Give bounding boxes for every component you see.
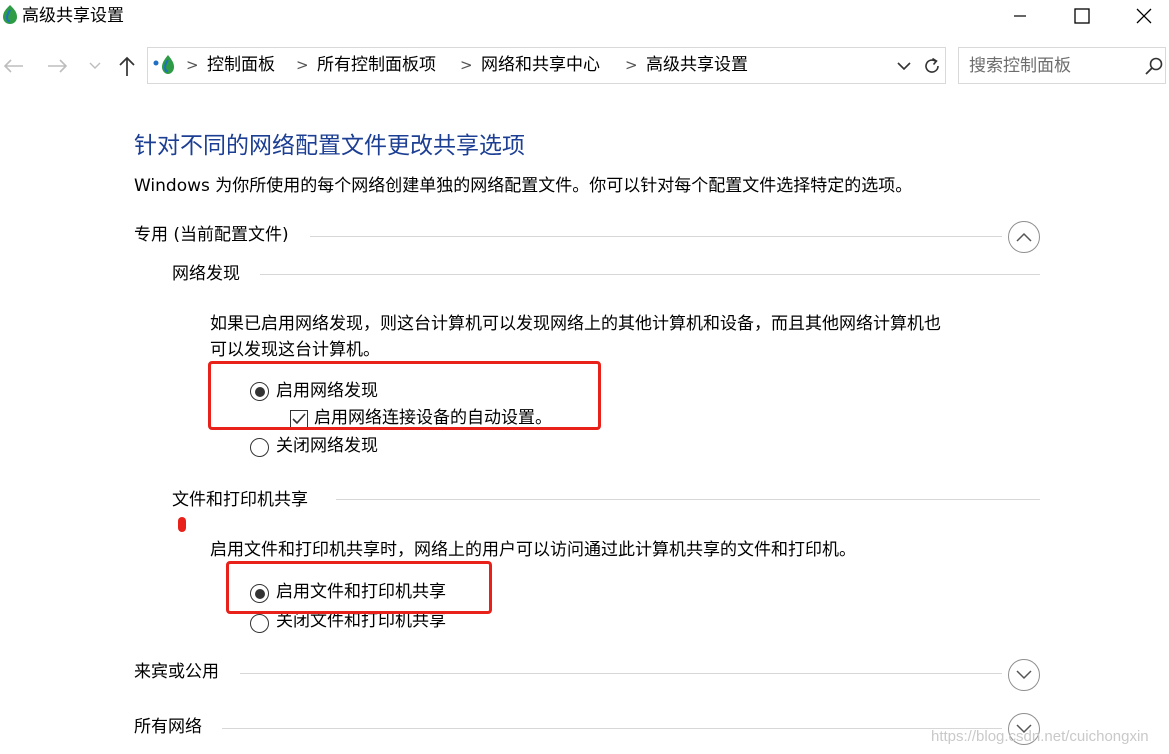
recent-locations-button[interactable] bbox=[85, 52, 105, 80]
highlight-box bbox=[208, 361, 601, 430]
network-discovery-desc-line1: 如果已启用网络发现，则这台计算机可以发现网络上的其他计算机和设备，而且其他网络计… bbox=[210, 314, 941, 334]
network-discovery-off-label[interactable]: 关闭网络发现 bbox=[276, 434, 378, 458]
breadcrumb-control-panel[interactable]: 控制面板 bbox=[207, 54, 275, 76]
network-discovery-desc-line2: 可以发现这台计算机。 bbox=[210, 340, 380, 360]
section-divider bbox=[310, 236, 1002, 237]
red-annotation-mark bbox=[178, 517, 186, 532]
breadcrumb-separator: > bbox=[625, 56, 638, 74]
up-arrow-icon bbox=[119, 56, 135, 76]
maximize-button[interactable] bbox=[1059, 0, 1105, 32]
breadcrumb-separator: > bbox=[296, 56, 309, 74]
section-divider bbox=[222, 728, 1002, 729]
chevron-down-icon bbox=[897, 61, 911, 70]
profile-guest-public-header[interactable]: 来宾或公用 bbox=[134, 660, 219, 684]
minimize-icon bbox=[1014, 15, 1026, 17]
app-icon bbox=[2, 4, 18, 26]
address-history-button[interactable] bbox=[893, 55, 915, 77]
watermark: https://blog.csdn.net/cuichongxin bbox=[931, 728, 1149, 745]
section-divider bbox=[336, 499, 1040, 500]
breadcrumb-advanced-sharing[interactable]: 高级共享设置 bbox=[646, 54, 748, 76]
forward-button[interactable] bbox=[45, 52, 71, 80]
profile-private-header[interactable]: 专用 (当前配置文件) bbox=[134, 223, 289, 247]
close-button[interactable] bbox=[1121, 0, 1167, 32]
breadcrumb-network-center[interactable]: 网络和共享中心 bbox=[481, 54, 600, 76]
chevron-down-circle-icon bbox=[1016, 670, 1032, 680]
breadcrumb-separator: > bbox=[460, 56, 473, 74]
collapse-private-button[interactable] bbox=[1008, 221, 1040, 253]
expand-guest-public-button[interactable] bbox=[1008, 659, 1040, 691]
control-panel-icon bbox=[152, 52, 178, 78]
forward-arrow-icon bbox=[48, 59, 68, 73]
close-icon bbox=[1136, 8, 1152, 24]
page-title: 针对不同的网络配置文件更改共享选项 bbox=[134, 133, 525, 159]
refresh-icon bbox=[925, 57, 939, 73]
file-sharing-off-radio[interactable] bbox=[250, 614, 269, 633]
radio-selected-icon bbox=[254, 588, 265, 599]
network-discovery-heading: 网络发现 bbox=[172, 264, 240, 284]
up-button[interactable] bbox=[114, 52, 140, 80]
section-divider bbox=[260, 274, 1040, 275]
file-printer-sharing-desc: 启用文件和打印机共享时，网络上的用户可以访问通过此计算机共享的文件和打印机。 bbox=[210, 540, 856, 560]
section-divider bbox=[240, 673, 1002, 674]
back-button[interactable] bbox=[0, 52, 26, 80]
file-sharing-on-label[interactable]: 启用文件和打印机共享 bbox=[276, 580, 446, 604]
profile-all-networks-header[interactable]: 所有网络 bbox=[134, 715, 202, 739]
breadcrumb-separator: > bbox=[186, 56, 199, 74]
minimize-button[interactable] bbox=[997, 0, 1043, 32]
page-description: Windows 为你所使用的每个网络创建单独的网络配置文件。你可以针对每个配置文… bbox=[134, 176, 913, 196]
window-title: 高级共享设置 bbox=[22, 6, 124, 26]
search-icon[interactable] bbox=[1144, 56, 1164, 76]
search-input[interactable] bbox=[969, 55, 1129, 77]
network-discovery-off-radio[interactable] bbox=[250, 438, 269, 457]
refresh-button[interactable] bbox=[920, 54, 944, 78]
back-arrow-icon bbox=[3, 59, 23, 73]
chevron-up-circle-icon bbox=[1016, 232, 1032, 242]
maximize-icon bbox=[1074, 8, 1090, 24]
file-printer-sharing-heading: 文件和打印机共享 bbox=[172, 490, 308, 510]
recent-dropdown-icon bbox=[89, 62, 101, 69]
breadcrumb-all-items[interactable]: 所有控制面板项 bbox=[317, 54, 436, 76]
file-sharing-on-radio[interactable] bbox=[250, 584, 269, 603]
